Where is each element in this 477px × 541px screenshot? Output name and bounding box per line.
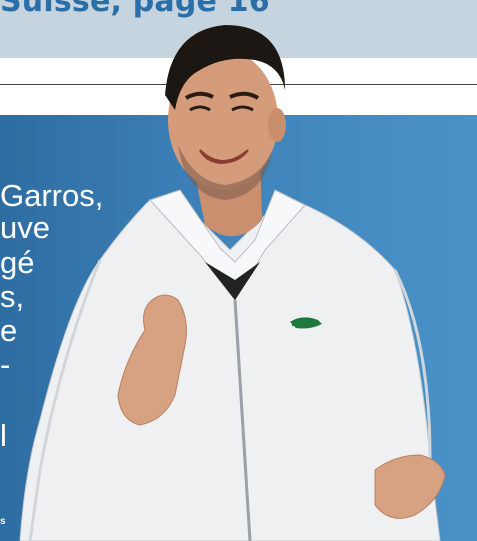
ear xyxy=(268,108,286,142)
player-photo xyxy=(19,25,446,541)
